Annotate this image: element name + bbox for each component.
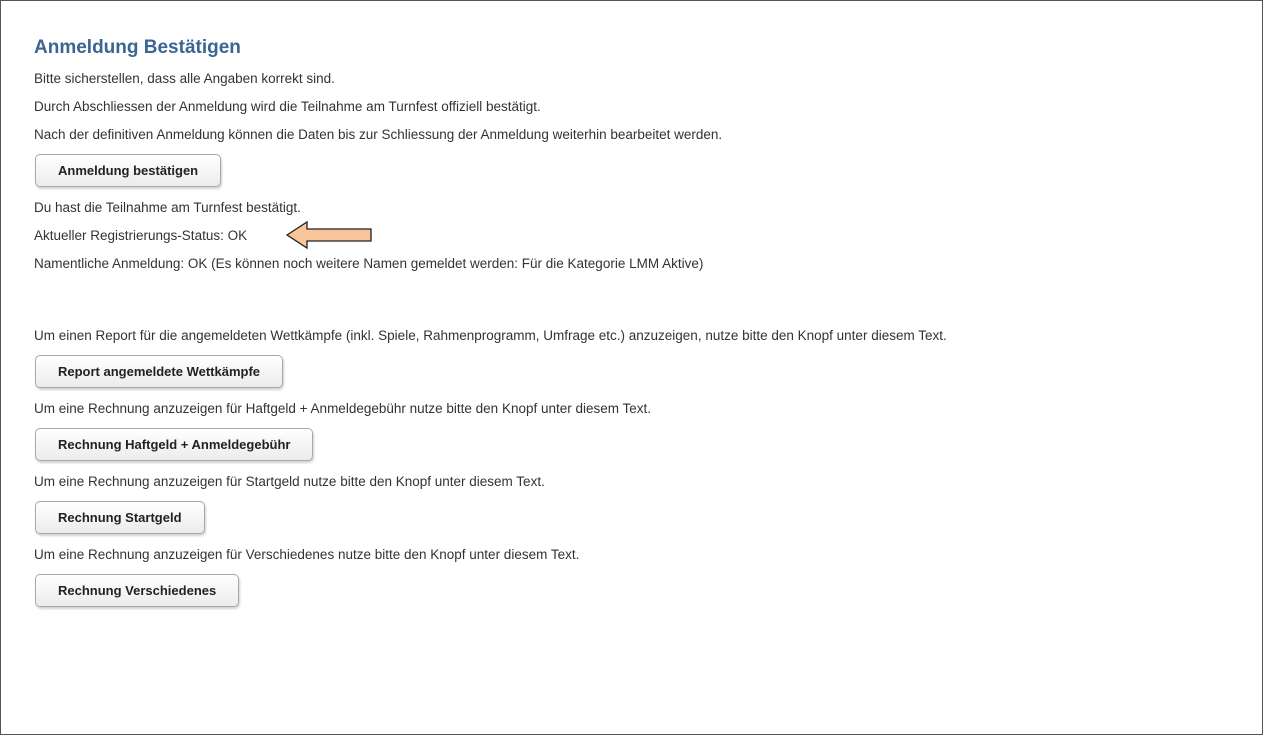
invoice-startgeld-description: Um eine Rechnung anzuzeigen für Startgel… [34,474,545,489]
named-registration-status: Namentliche Anmeldung: OK (Es können noc… [34,256,704,271]
page-title: Anmeldung Bestätigen [34,37,241,58]
confirm-registration-button[interactable]: Anmeldung bestätigen [35,154,222,187]
intro-line-1: Bitte sicherstellen, dass alle Angaben k… [34,71,335,86]
invoice-haftgeld-description: Um eine Rechnung anzuzeigen für Haftgeld… [34,401,652,416]
confirmation-panel: Anmeldung Bestätigen Bitte sicherstellen… [34,35,1244,619]
report-description: Um einen Report für die angemeldeten Wet… [34,328,947,343]
intro-line-2: Durch Abschliessen der Anmeldung wird di… [34,99,541,114]
registration-status: Aktueller Registrierungs-Status: OK [34,228,248,243]
intro-line-3: Nach der definitiven Anmeldung können di… [34,127,723,142]
report-button[interactable]: Report angemeldete Wettkämpfe [35,355,284,388]
confirmed-text: Du hast die Teilnahme am Turnfest bestät… [34,200,301,215]
registration-status-line: Aktueller Registrierungs-Status: OK [34,220,1244,255]
invoice-misc-description: Um eine Rechnung anzuzeigen für Verschie… [34,547,580,562]
left-arrow-icon [285,220,372,250]
invoice-startgeld-button[interactable]: Rechnung Startgeld [35,501,205,534]
invoice-misc-button[interactable]: Rechnung Verschiedenes [35,574,240,607]
invoice-haftgeld-button[interactable]: Rechnung Haftgeld + Anmeldegebühr [35,428,314,461]
page-frame: Anmeldung Bestätigen Bitte sicherstellen… [0,0,1263,735]
